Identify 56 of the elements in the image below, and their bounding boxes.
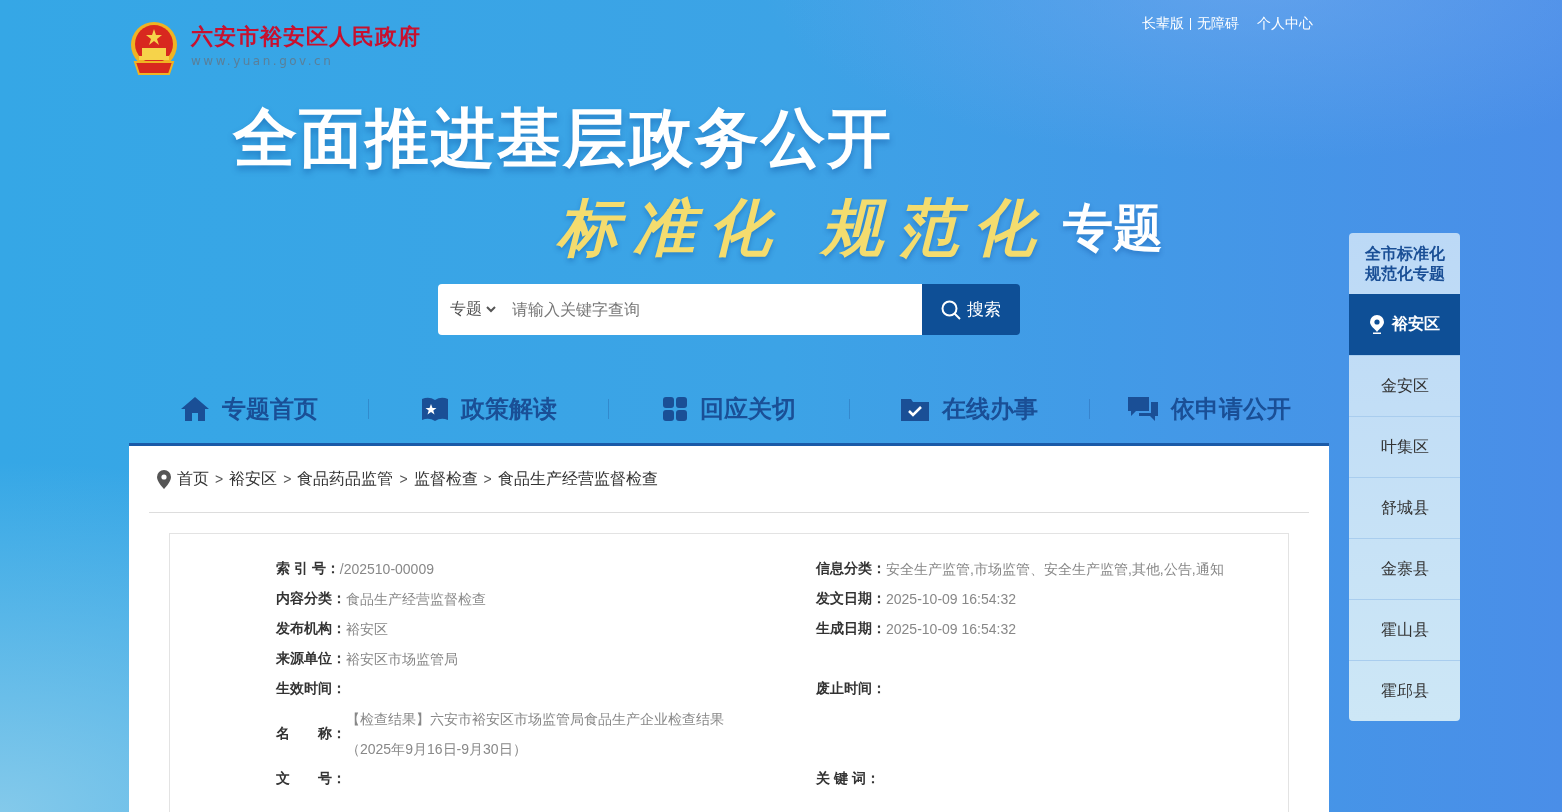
field-value: 食品生产经营监督检查 — [346, 590, 486, 609]
field-value: （2025年9月16日-9月30日） — [346, 740, 528, 759]
breadcrumb-separator: > — [283, 471, 292, 487]
field-value: 2025-10-09 16:54:32 — [886, 590, 1016, 609]
field-label: 废止时间： — [816, 680, 886, 698]
breadcrumb-link[interactable]: 食品生产经营监督检查 — [497, 468, 658, 490]
district-link[interactable]: 霍邱县 — [1349, 660, 1460, 721]
search-icon — [941, 299, 961, 320]
field-label: 文 号： — [276, 770, 346, 788]
district-link[interactable]: 霍山县 — [1349, 599, 1460, 660]
breadcrumb-separator: > — [215, 471, 224, 487]
banner-title: 全面推进基层政务公开 — [233, 101, 893, 176]
district-link[interactable]: 裕安区 — [1349, 294, 1460, 355]
field-label: 信息分类： — [816, 560, 886, 578]
breadcrumb-separator: > — [483, 471, 492, 487]
field-label: 发文日期： — [816, 590, 886, 608]
breadcrumb-link[interactable]: 首页 — [177, 468, 209, 490]
breadcrumb-link[interactable]: 裕安区 — [229, 468, 278, 490]
field-value: 安全生产监管,市场监管、安全生产监管,其他,公告,通知 — [886, 560, 1224, 579]
field-label: 关 键 词： — [816, 770, 880, 788]
field-label: 名 称： — [276, 725, 346, 743]
home-icon — [179, 396, 210, 422]
location-icon — [157, 469, 171, 489]
field-value: /202510-00009 — [339, 560, 434, 579]
district-link[interactable]: 金安区 — [1349, 355, 1460, 416]
field-label: 生成日期： — [816, 620, 886, 638]
field-value: 裕安区市场监管局 — [346, 650, 458, 669]
district-link[interactable]: 叶集区 — [1349, 416, 1460, 477]
panel-title: 全市标准化规范化专题 — [1363, 243, 1446, 284]
breadcrumb-link[interactable]: 监督检查 — [413, 468, 478, 490]
field-label: 生效时间： — [276, 680, 346, 698]
field-label: 发布机构： — [276, 620, 346, 638]
search-button[interactable]: 搜索 — [922, 284, 1020, 335]
district-link[interactable]: 金寨县 — [1349, 538, 1460, 599]
breadcrumb-link[interactable]: 食品药品监管 — [297, 468, 394, 490]
scope-dropdown[interactable]: 专题 — [450, 299, 496, 320]
folder-check-icon — [900, 396, 931, 422]
banner-slogan: 标准化 规范化 — [557, 190, 1049, 266]
field-value: 裕安区 — [346, 620, 388, 639]
field-label: 来源单位： — [276, 650, 346, 668]
field-value: 2025-10-09 16:54:32 — [886, 620, 1016, 639]
chevron-down-icon — [486, 306, 496, 313]
search-field[interactable]: 专题 请输入关键字查询 — [438, 284, 922, 335]
book-icon — [420, 396, 449, 422]
chat-icon — [1127, 396, 1160, 422]
banner-suffix: 专题 — [1062, 198, 1163, 258]
site-url: www.yuan.gov.cn — [191, 54, 335, 68]
field-value: 【检查结果】六安市裕安区市场监管局食品生产企业检查结果 — [346, 710, 724, 729]
field-label: 内容分类： — [276, 590, 346, 608]
location-icon — [1369, 315, 1384, 334]
grid-icon — [662, 396, 688, 422]
district-link[interactable]: 舒城县 — [1349, 477, 1460, 538]
breadcrumb-separator: > — [399, 471, 408, 487]
field-label: 索 引 号： — [276, 560, 340, 578]
site-name: 六安市裕安区人民政府 — [191, 23, 421, 51]
emblem-icon — [129, 20, 179, 76]
